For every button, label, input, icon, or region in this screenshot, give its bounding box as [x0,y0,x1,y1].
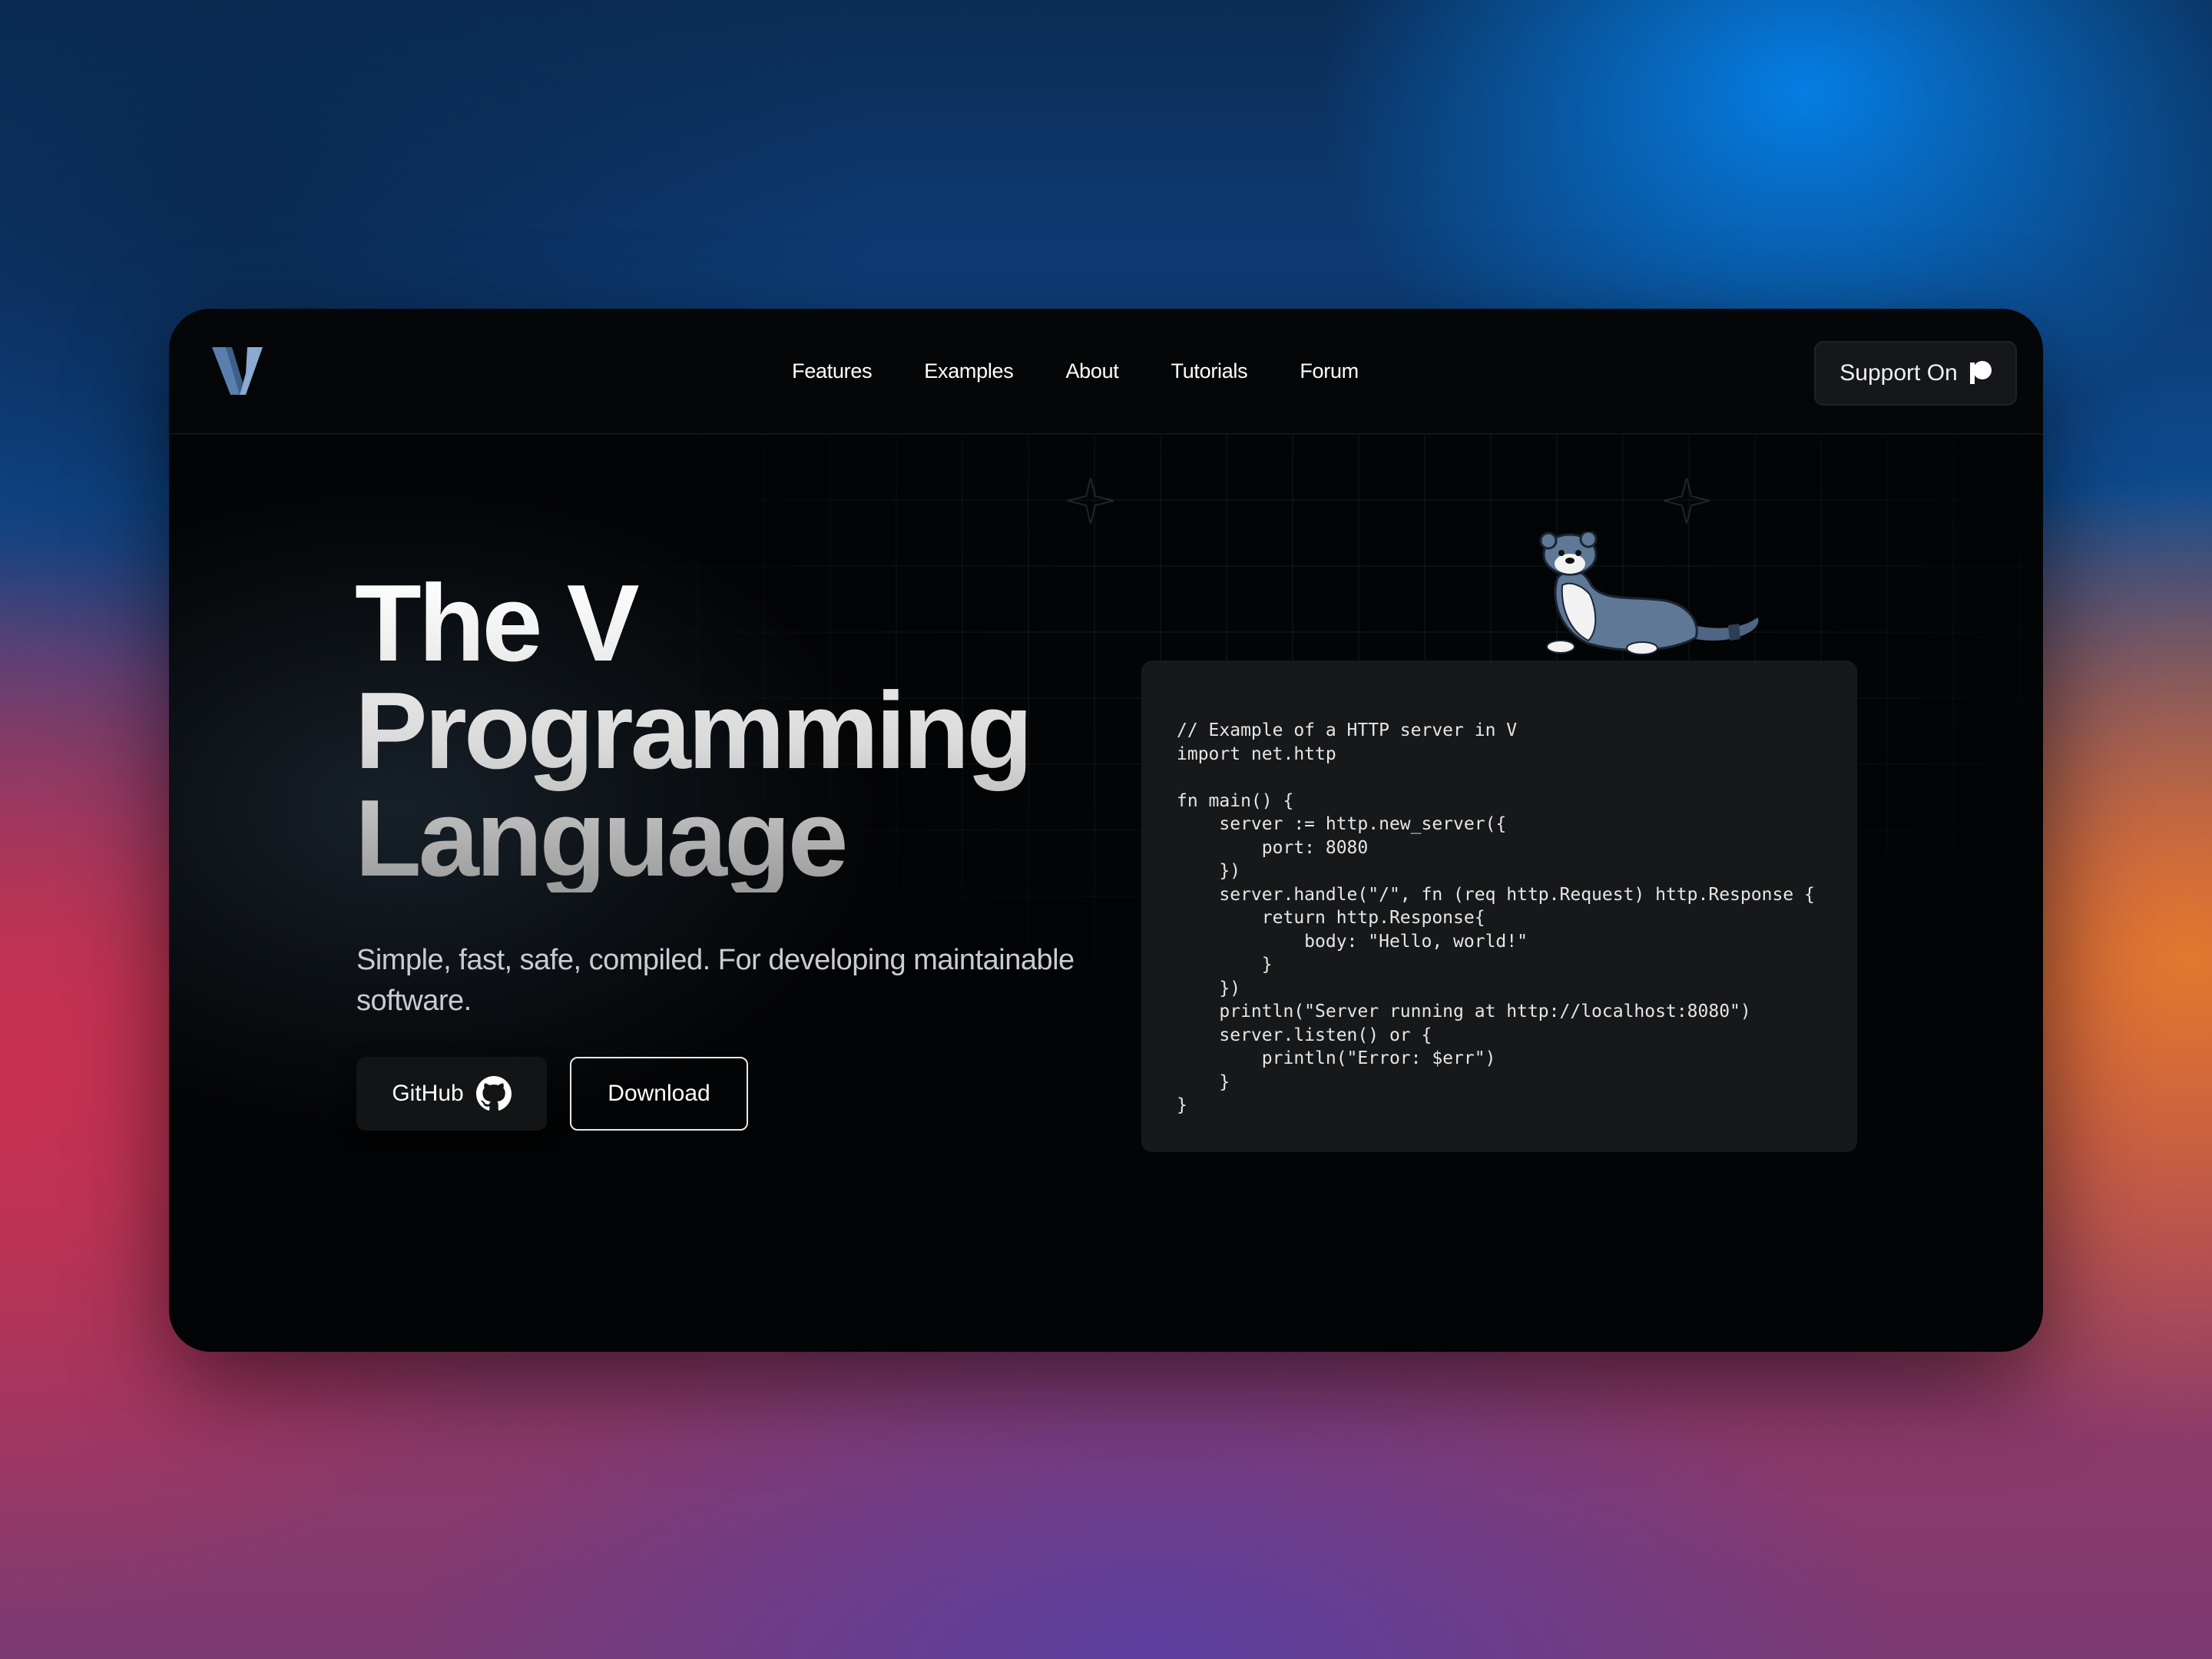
hero-title: The V Programming Language [355,570,1030,892]
nav-link-about[interactable]: About [1039,359,1144,383]
hero-title-line: The V [355,562,637,684]
support-button[interactable]: Support On [1814,341,2017,406]
code-block: // Example of a HTTP server in V import n… [1177,719,1857,1118]
sparkle-icon [1068,478,1114,524]
code-line: } [1177,1071,1230,1092]
code-line: body: "Hello, world!" [1177,931,1528,952]
code-line: println("Error: $err") [1177,1048,1496,1068]
nav-link-features[interactable]: Features [766,359,898,383]
github-icon [475,1076,512,1111]
code-example-panel: // Example of a HTTP server in V import n… [1141,661,1857,1152]
code-line: }) [1177,978,1241,998]
support-button-label: Support On [1839,360,1958,386]
code-line: } [1177,1095,1187,1115]
download-button[interactable]: Download [570,1057,748,1131]
sparkle-icon [1664,478,1710,524]
download-button-label: Download [608,1081,710,1106]
code-line: println("Server running at http://localh… [1177,1002,1751,1022]
patreon-icon [1969,361,1992,384]
hero-title-line: Programming [355,670,1031,792]
nav-links: Features Examples About Tutorials Forum [169,309,2043,433]
nav-link-tutorials[interactable]: Tutorials [1145,359,1274,383]
code-line: return http.Response{ [1177,908,1485,928]
code-line: port: 8080 [1177,837,1369,858]
code-line: // Example of a HTTP server in V [1177,720,1518,740]
browser-window: Features Examples About Tutorials Forum … [169,309,2043,1352]
top-navbar: Features Examples About Tutorials Forum … [169,309,2043,435]
weasel-mascot-icon [1539,531,1759,655]
nav-link-examples[interactable]: Examples [898,359,1039,383]
code-line: }) [1177,861,1241,881]
code-line: import net.http [1177,743,1336,764]
hero-title-line: Language [355,777,846,899]
hero-subtitle: Simple, fast, safe, compiled. For develo… [356,944,1075,1017]
code-line: server.handle("/", fn (req http.Request)… [1177,884,1815,905]
code-line: server := http.new_server({ [1177,814,1507,834]
nav-link-forum[interactable]: Forum [1273,359,1385,383]
code-line: server.listen() or { [1177,1025,1432,1045]
github-button-label: GitHub [392,1081,464,1106]
code-line: } [1177,955,1273,975]
code-line: fn main() { [1177,790,1294,811]
github-button[interactable]: GitHub [356,1057,547,1131]
